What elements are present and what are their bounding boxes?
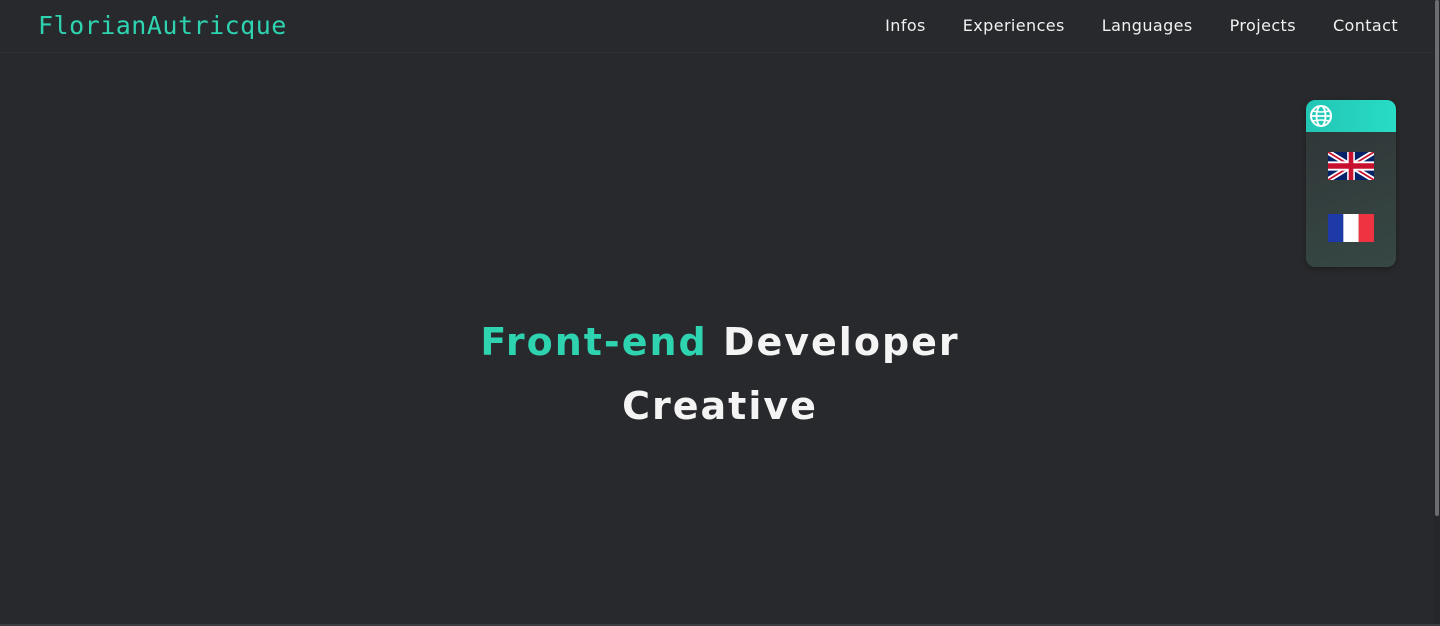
hero-line-1: Front-end Developer — [0, 318, 1440, 366]
nav-languages[interactable]: Languages — [1102, 16, 1193, 35]
scrollbar-thumb[interactable] — [1435, 0, 1439, 516]
site-header: FlorianAutricque Infos Experiences Langu… — [0, 0, 1434, 53]
hero-role-text: Developer — [722, 320, 960, 364]
language-switcher-header[interactable] — [1306, 100, 1396, 132]
page: FlorianAutricque Infos Experiences Langu… — [0, 0, 1440, 626]
language-switcher — [1306, 100, 1396, 267]
site-logo[interactable]: FlorianAutricque — [38, 11, 287, 40]
flag-fr-icon[interactable] — [1328, 214, 1374, 242]
nav-infos[interactable]: Infos — [885, 16, 926, 35]
hero-line-2: Creative — [622, 384, 818, 428]
hero-accent-text: Front-end — [480, 320, 708, 364]
nav-contact[interactable]: Contact — [1333, 16, 1398, 35]
flag-uk-icon[interactable] — [1328, 152, 1374, 180]
main-nav: Infos Experiences Languages Projects Con… — [885, 16, 1398, 35]
globe-icon — [1310, 105, 1332, 127]
hero-title: Front-end Developer Creative — [0, 318, 1440, 430]
nav-experiences[interactable]: Experiences — [963, 16, 1065, 35]
nav-projects[interactable]: Projects — [1230, 16, 1296, 35]
vertical-scrollbar[interactable] — [1434, 0, 1440, 626]
